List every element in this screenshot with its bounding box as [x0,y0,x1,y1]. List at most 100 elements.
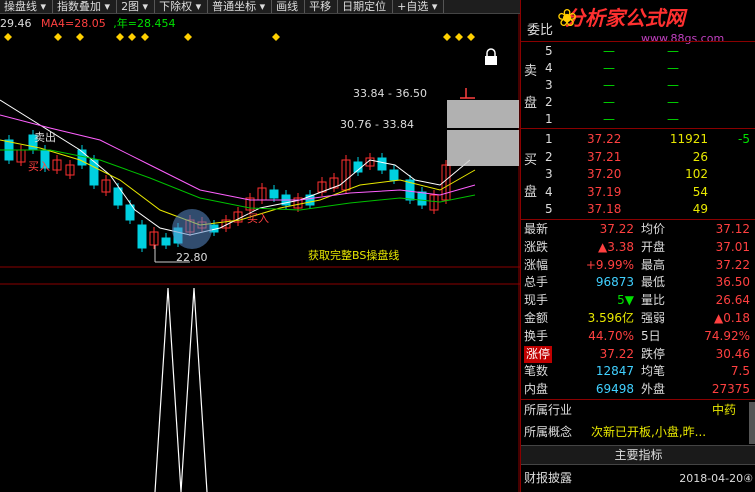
buy-price: 37.20 [587,167,622,181]
buy-volume: 102 [685,167,708,181]
stat-row: 涨跌 ▲3.38 开盘 37.01 [521,239,755,256]
signal-diamond-icon [455,33,463,41]
sell-volume: — [667,61,679,75]
stat-label: 现手 [524,293,549,308]
level-num: 4 [545,184,553,199]
buy-volume: 11921 [669,132,708,146]
target-zone-mid [447,130,519,166]
main-indicator-tab[interactable]: 主要指标 [521,445,755,465]
stat-label: 涨跌 [524,239,549,254]
disclosure-date: 2018-04-20④ [679,472,753,485]
signal-diamond-icon [116,33,124,41]
stat-label: 金额 [524,311,549,325]
stat-label: 换手 [524,328,549,343]
indicator-line [154,287,208,492]
stat-label: 最新 [524,222,549,236]
stat-value: 96873 [595,275,634,290]
signal-diamond-icon [54,33,62,41]
buy-level-row: 4 37.19 54 [521,184,755,201]
stat-row: 总手 96873 最低 36.50 [521,274,755,291]
kline-chart[interactable] [0,0,520,492]
price-range-top: 33.84 - 36.50 [353,87,427,100]
stat-row: 金额 3.596亿 强弱 ▲0.18 [521,310,755,327]
sell-price: — [603,61,615,75]
stat-value: +9.99% [585,257,634,272]
level-num: 2 [545,149,553,164]
stat-value-2: 7.5 [730,364,750,379]
stat-label: 涨幅 [524,257,549,272]
stat-value: 44.70% [588,328,634,343]
brand-logo: 分析家公式网 [565,6,685,30]
low-price-label: 22.80 [176,251,208,264]
panel-scrollbar[interactable] [749,402,755,444]
signal-diamond-icon [467,33,475,41]
signal-diamond-icon [272,33,280,41]
sell-level-row: 5 — — [521,43,755,60]
stat-value-2: 37.22 [715,257,750,272]
signal-diamond-icon [141,33,149,41]
stat-row: 涨幅 +9.99% 最高 37.22 [521,257,755,274]
stat-value: 3.596亿 [587,311,634,325]
concept-label: 所属概念 [524,425,573,439]
signal-diamond-icon [4,33,12,41]
buy-price: 37.18 [587,202,622,216]
sell-volume: — [667,95,679,109]
buy-price: 37.22 [587,132,622,146]
sell-price: — [603,78,615,92]
stat-value: ▲3.38 [598,239,634,254]
level-num: 1 [545,112,553,126]
sell-signal-label: 卖出 [34,131,56,144]
level-num: 2 [545,95,553,109]
stat-value: 37.22 [599,346,634,361]
signal-diamond-icon [128,33,136,41]
sell-level-row: 4 — — [521,60,755,77]
signal-diamond-icon [184,33,192,41]
industry-row[interactable]: 所属行业 中药 [521,402,755,419]
buy-volume: 49 [692,202,708,216]
stat-label-2: 均笔 [641,364,666,379]
buy-price: 37.19 [587,184,622,199]
stat-value: 5▼ [617,293,634,308]
bottom-highlight-circle [172,209,212,249]
stat-label-2: 开盘 [641,239,666,254]
stat-row: 最新 37.22 均价 37.12 [521,221,755,238]
sell-price: — [603,112,615,126]
buy-signal-label-2: 买入 [247,212,269,225]
stat-value-2: ▲0.18 [714,311,750,325]
stat-label-2: 跌停 [641,346,666,361]
stat-value-2: 27375 [711,382,750,397]
level-num: 3 [545,167,553,181]
stat-label: 涨停 [524,345,553,363]
ma4-value: 28.05 [74,17,106,30]
target-zone-top [447,100,519,128]
signal-markers [4,33,475,41]
stat-value-2: 36.50 [715,275,750,290]
stat-value: 37.22 [599,222,634,236]
industry-value: 中药 [711,403,736,417]
disclosure-label: 财报披露 [524,471,573,485]
level-num: 5 [545,44,553,58]
stat-label-2: 最高 [641,257,666,272]
buy-price: 37.21 [587,149,622,164]
signal-diamond-icon [443,33,451,41]
concept-row[interactable]: 所属概念 次新已开板,小盘,昨... [521,424,755,441]
sell-price: — [603,44,615,58]
concept-value: 次新已开板,小盘,昨... [591,425,707,439]
stat-value-2: 37.12 [715,222,750,236]
stat-row: 涨停 37.22 跌停 30.46 [521,345,755,363]
promo-link[interactable]: 获取完整BS操盘线 [308,247,399,263]
stat-value: 12847 [595,364,634,379]
sell-level-row: 1 — — [521,111,755,128]
stat-label: 总手 [524,275,549,290]
buy-level-row: 1 37.22 11921 -5 [521,131,755,148]
commission-ratio-label: 委比 [527,23,554,38]
stat-label-2: 强弱 [641,311,666,325]
level-num: 3 [545,78,553,92]
ma-line-green [0,149,476,211]
stat-label: 内盘 [524,382,549,397]
stat-row: 换手 44.70% 5日 74.92% [521,328,755,345]
stat-label-2: 最低 [641,275,666,290]
lock-icon[interactable] [485,48,497,65]
stat-row: 笔数 12847 均笔 7.5 [521,363,755,380]
level-num: 1 [545,132,553,146]
